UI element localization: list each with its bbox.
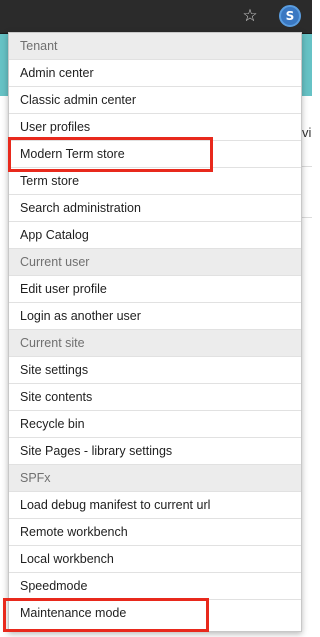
menu-item-local-workbench[interactable]: Local workbench: [9, 546, 301, 573]
menu-item-edit-user-profile[interactable]: Edit user profile: [9, 276, 301, 303]
menu-item-site-contents[interactable]: Site contents: [9, 384, 301, 411]
menu-item-term-store[interactable]: Term store: [9, 168, 301, 195]
section-header-current-user: Current user: [9, 249, 301, 276]
menu-item-speedmode[interactable]: Speedmode: [9, 573, 301, 600]
section-header-tenant: Tenant: [9, 33, 301, 60]
section-header-current-site: Current site: [9, 330, 301, 357]
sharepoint-extension-icon[interactable]: S: [279, 5, 301, 27]
menu-item-remote-workbench[interactable]: Remote workbench: [9, 519, 301, 546]
highlight-maintenance-mode: [3, 598, 209, 632]
menu-item-recycle-bin[interactable]: Recycle bin: [9, 411, 301, 438]
menu-item-admin-center[interactable]: Admin center: [9, 60, 301, 87]
section-header-spfx: SPFx: [9, 465, 301, 492]
sp-editor-menu: Tenant Admin center Classic admin center…: [8, 32, 302, 632]
menu-item-login-as-another-user[interactable]: Login as another user: [9, 303, 301, 330]
menu-item-site-settings[interactable]: Site settings: [9, 357, 301, 384]
menu-item-load-debug-manifest[interactable]: Load debug manifest to current url: [9, 492, 301, 519]
browser-toolbar: ☆ S: [0, 0, 312, 34]
menu-item-app-catalog[interactable]: App Catalog: [9, 222, 301, 249]
menu-item-site-pages-library-settings[interactable]: Site Pages - library settings: [9, 438, 301, 465]
star-icon[interactable]: ☆: [240, 6, 260, 26]
menu-item-classic-admin-center[interactable]: Classic admin center: [9, 87, 301, 114]
menu-item-search-administration[interactable]: Search administration: [9, 195, 301, 222]
highlight-modern-term-store: [8, 137, 213, 172]
page-partial-text: vi: [302, 125, 312, 140]
